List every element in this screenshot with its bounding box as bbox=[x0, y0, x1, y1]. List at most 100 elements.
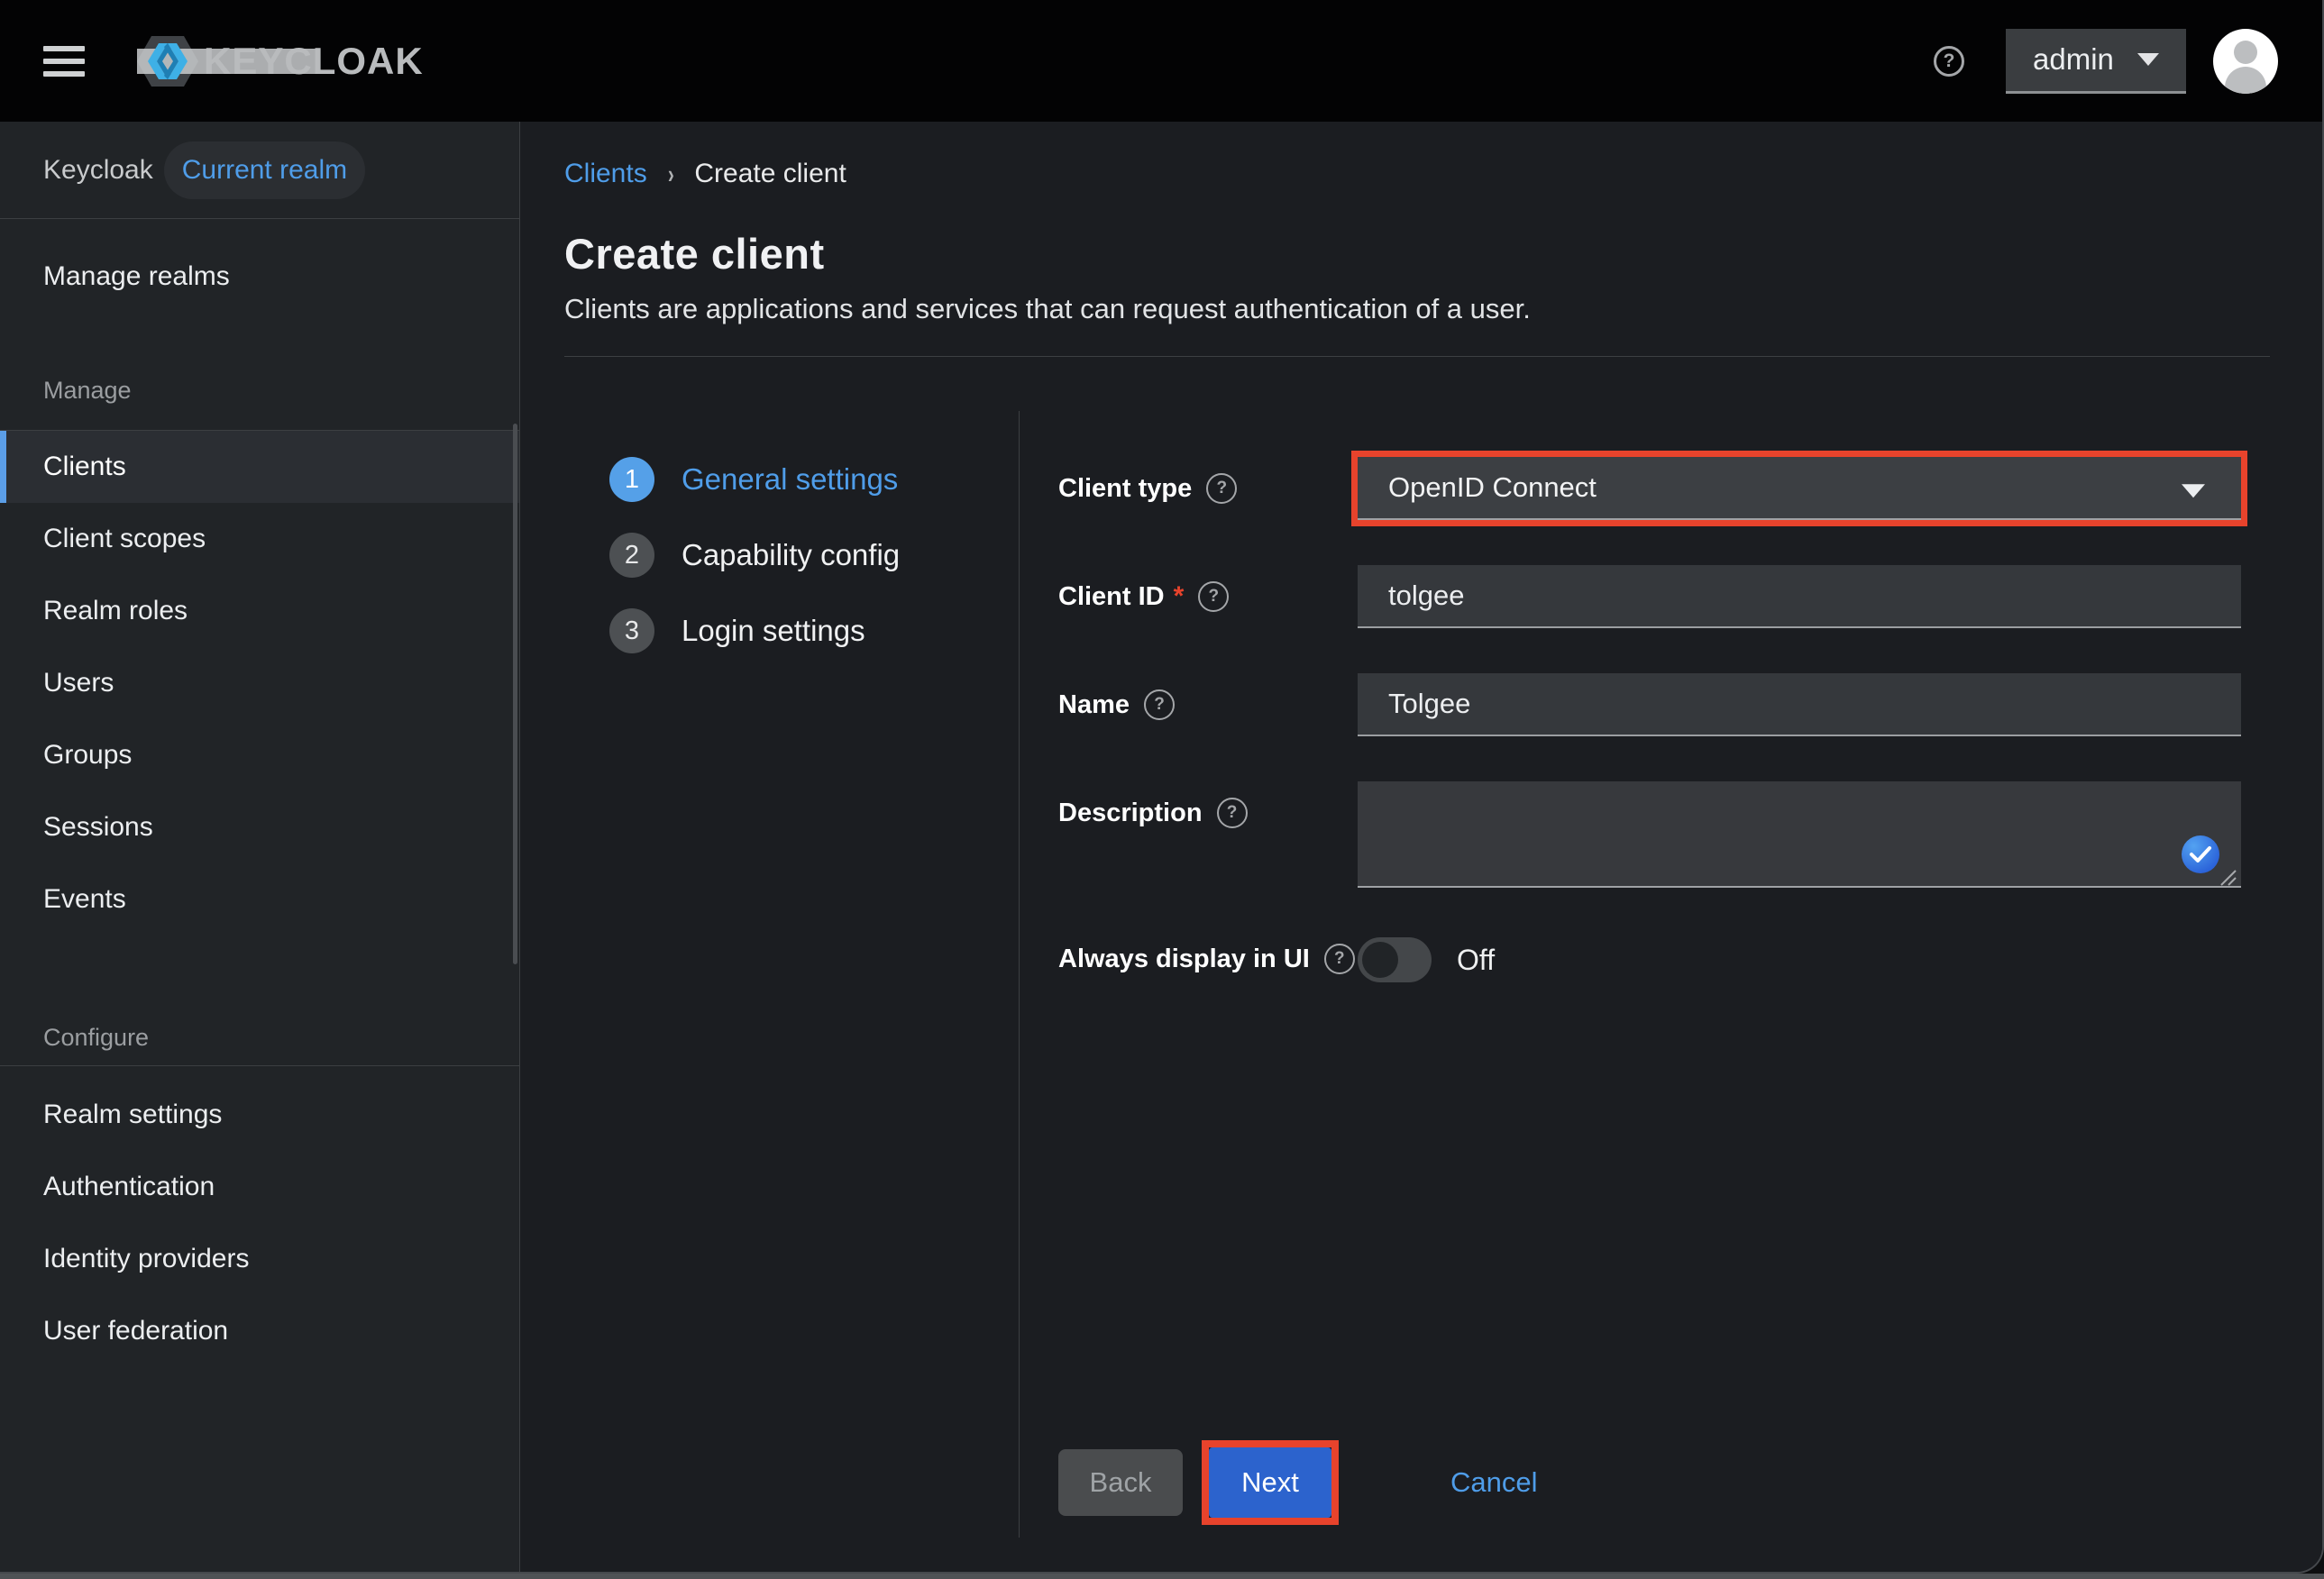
wizard-steps-nav: 1 General settings 2 Capability config 3… bbox=[521, 357, 1019, 684]
nav-section-heading-manage: Manage bbox=[0, 360, 519, 405]
current-realm-label: Current realm bbox=[182, 155, 347, 186]
checkmark-icon[interactable] bbox=[2182, 835, 2219, 873]
cancel-button[interactable]: Cancel bbox=[1450, 1466, 1538, 1499]
wizard-step-capability-config[interactable]: 2 Capability config bbox=[609, 533, 900, 578]
wizard-step-login-settings[interactable]: 3 Login settings bbox=[609, 608, 865, 653]
form-row-name: Name ? bbox=[1058, 673, 2324, 736]
avatar-body-shape bbox=[2225, 67, 2266, 94]
question-circle-icon[interactable]: ? bbox=[1206, 473, 1237, 504]
caret-down-icon bbox=[2137, 53, 2159, 66]
step-label: Login settings bbox=[682, 614, 865, 648]
name-input[interactable] bbox=[1358, 673, 2241, 736]
sidebar-item-label: Realm settings bbox=[43, 1100, 222, 1130]
realm-switcher: Keycloak Current realm bbox=[0, 122, 519, 219]
form-row-client-type: Client type ? OpenID Connect bbox=[1058, 457, 2324, 520]
sidebar-item-realm-settings[interactable]: Realm settings bbox=[0, 1079, 519, 1151]
sidebar-nav: Keycloak Current realm Manage realms Man… bbox=[0, 122, 520, 1574]
next-button[interactable]: Next bbox=[1209, 1447, 1331, 1518]
sidebar-item-groups[interactable]: Groups bbox=[0, 719, 519, 791]
select-caret-icon bbox=[2182, 484, 2205, 497]
help-icon[interactable]: ? bbox=[1934, 46, 1964, 77]
sidebar-item-realm-roles[interactable]: Realm roles bbox=[0, 575, 519, 647]
resize-handle-icon[interactable] bbox=[2216, 865, 2237, 887]
sidebar-item-users[interactable]: Users bbox=[0, 647, 519, 719]
name-label: Name bbox=[1058, 690, 1130, 720]
sidebar-item-label: Groups bbox=[43, 740, 132, 771]
step-label: General settings bbox=[682, 462, 898, 497]
avatar[interactable] bbox=[2213, 29, 2278, 94]
description-textarea[interactable] bbox=[1358, 781, 2241, 888]
window-bottom-edge bbox=[0, 1574, 2324, 1579]
sidebar-item-identity-providers[interactable]: Identity providers bbox=[0, 1223, 519, 1295]
keycloak-logo-image: KEYCLOAK bbox=[137, 29, 471, 94]
main-content: Clients › Create client Create client Cl… bbox=[521, 122, 2324, 1574]
sidebar-item-label: Manage realms bbox=[43, 261, 230, 292]
toggle-knob bbox=[1362, 942, 1398, 978]
sidebar-item-authentication[interactable]: Authentication bbox=[0, 1151, 519, 1223]
brand-text: KEYCLOAK bbox=[204, 40, 424, 82]
user-menu-label: admin bbox=[2033, 42, 2114, 77]
sidebar-item-user-federation[interactable]: User federation bbox=[0, 1295, 519, 1367]
client-type-label: Client type bbox=[1058, 474, 1192, 504]
question-circle-icon: ? bbox=[1934, 46, 1964, 77]
current-realm-badge[interactable]: Current realm bbox=[164, 141, 365, 199]
sidebar-item-label: Sessions bbox=[43, 812, 153, 843]
user-menu-button[interactable]: admin bbox=[2006, 29, 2186, 94]
breadcrumb: Clients › Create client bbox=[564, 157, 2270, 191]
sidebar-item-label: Events bbox=[43, 884, 126, 915]
sidebar-item-manage-realms[interactable]: Manage realms bbox=[0, 241, 519, 313]
chevron-right-icon: › bbox=[668, 159, 674, 189]
sidebar-item-clients[interactable]: Clients bbox=[0, 431, 519, 503]
wizard-actions: Back Next Cancel bbox=[1058, 1440, 2324, 1525]
required-asterisk: * bbox=[1174, 581, 1185, 612]
question-circle-icon[interactable]: ? bbox=[1144, 689, 1175, 720]
question-circle-icon[interactable]: ? bbox=[1217, 798, 1248, 828]
breadcrumb-link-clients[interactable]: Clients bbox=[564, 159, 647, 189]
form-row-description: Description ? bbox=[1058, 781, 2324, 892]
sidebar-item-label: Authentication bbox=[43, 1172, 215, 1202]
always-display-toggle[interactable] bbox=[1358, 937, 1432, 982]
annotation-highlight-client-type: OpenID Connect bbox=[1351, 451, 2247, 526]
nav-section-heading-configure: Configure bbox=[0, 1007, 519, 1052]
back-button[interactable]: Back bbox=[1058, 1449, 1183, 1516]
general-settings-form: Client type ? OpenID Connect bbox=[1019, 357, 2324, 1525]
sidebar-item-sessions[interactable]: Sessions bbox=[0, 791, 519, 863]
wizard-step-general-settings[interactable]: 1 General settings bbox=[609, 457, 898, 502]
browser-window: KEYCLOAK ? admin Keycloak Current realm bbox=[0, 0, 2324, 1574]
client-id-input[interactable] bbox=[1358, 565, 2241, 628]
toggle-state-label: Off bbox=[1457, 937, 1495, 982]
sidebar-item-client-scopes[interactable]: Client scopes bbox=[0, 503, 519, 575]
avatar-head-shape bbox=[2234, 41, 2257, 64]
client-type-value: OpenID Connect bbox=[1388, 471, 1597, 504]
sidebar-item-label: Users bbox=[43, 668, 114, 698]
hamburger-menu-icon[interactable] bbox=[43, 46, 85, 77]
sidebar-item-label: Realm roles bbox=[43, 596, 188, 626]
masthead: KEYCLOAK ? admin bbox=[0, 0, 2322, 122]
sidebar-item-label: User federation bbox=[43, 1316, 228, 1346]
description-label: Description bbox=[1058, 799, 1203, 828]
sidebar-item-label: Clients bbox=[43, 452, 126, 482]
page-title: Create client bbox=[564, 229, 2270, 278]
step-label: Capability config bbox=[682, 538, 900, 572]
sidebar-item-label: Identity providers bbox=[43, 1244, 249, 1274]
form-row-client-id: Client ID * ? bbox=[1058, 565, 2324, 628]
nav-section-manage: Clients Client scopes Realm roles Users … bbox=[0, 430, 519, 936]
sidebar-item-events[interactable]: Events bbox=[0, 863, 519, 936]
step-number-badge: 1 bbox=[609, 457, 654, 502]
create-client-wizard: 1 General settings 2 Capability config 3… bbox=[521, 357, 2324, 1574]
form-row-always-display: Always display in UI ? Off bbox=[1058, 937, 2324, 982]
client-id-label: Client ID bbox=[1058, 582, 1165, 612]
question-circle-icon[interactable]: ? bbox=[1198, 581, 1229, 612]
step-number-badge: 3 bbox=[609, 608, 654, 653]
sidebar-scrollbar[interactable] bbox=[513, 424, 517, 964]
client-type-select[interactable]: OpenID Connect bbox=[1358, 457, 2241, 520]
page-header: Clients › Create client Create client Cl… bbox=[521, 122, 2324, 357]
question-circle-icon[interactable]: ? bbox=[1324, 944, 1355, 974]
sidebar-item-label: Client scopes bbox=[43, 524, 206, 554]
step-number-badge: 2 bbox=[609, 533, 654, 578]
realm-product-label: Keycloak bbox=[43, 155, 153, 186]
keycloak-logo: KEYCLOAK bbox=[137, 30, 471, 93]
nav-section-configure: Realm settings Authentication Identity p… bbox=[0, 1065, 519, 1367]
page-subtitle: Clients are applications and services th… bbox=[564, 293, 2270, 325]
annotation-highlight-next: Next bbox=[1202, 1440, 1339, 1525]
